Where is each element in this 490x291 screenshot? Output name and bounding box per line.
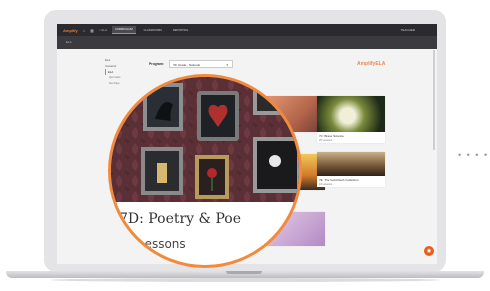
tab-curriculum[interactable]: CURRICULUM — [112, 26, 136, 34]
scrollbar[interactable] — [433, 50, 435, 150]
laptop-shadow — [50, 278, 440, 282]
unit-card-brave-science-image — [317, 96, 385, 132]
amplify-logo[interactable]: Amplify — [63, 28, 78, 33]
poetry-poe-artwork — [111, 77, 299, 202]
unit-card-gold-rush[interactable]: 7E: The Gold Rush Collection 10 Lessons — [317, 152, 385, 187]
amplify-ela-logo: AmplifyELA — [357, 61, 386, 67]
featured-unit-magnifier[interactable]: 7D: Poetry & Poe 29 Lessons — [108, 74, 302, 268]
breadcrumb[interactable]: > ELA — [99, 28, 107, 32]
tab-reporting[interactable]: REPORTING — [170, 27, 191, 34]
featured-unit-title: 7D: Poetry & Poe — [119, 211, 242, 227]
unit-card-lessons: 26 Lessons — [319, 139, 333, 142]
section-title: ELA — [66, 40, 72, 44]
picture-frames-illustration — [111, 77, 299, 202]
help-icon: ◉ — [426, 248, 432, 254]
unit-card-gold-rush-image — [317, 152, 385, 176]
program-label: Program: — [149, 62, 165, 66]
unit-card-brave-science[interactable]: 7C: Brave Science 26 Lessons — [317, 96, 385, 143]
laptop-notch — [226, 271, 262, 274]
section-bar: ELA — [57, 36, 437, 49]
featured-unit-lessons: 29 Lessons — [119, 237, 186, 251]
tab-classrooms[interactable]: CLASSROOMS — [141, 27, 165, 34]
chevron-down-icon: ▾ — [226, 62, 228, 67]
top-navigation-bar: Amplify ⌂ ▦ > ELA CURRICULUM CLASSROOMS … — [57, 24, 437, 36]
program-select-value: 7th Grade - National — [173, 63, 201, 67]
apps-grid-icon[interactable]: ▦ — [90, 28, 94, 33]
help-button[interactable]: ◉ — [424, 246, 434, 256]
ellipsis-dots-icon: • • • • — [458, 150, 489, 160]
home-icon[interactable]: ⌂ — [83, 28, 85, 33]
user-role-menu[interactable]: TEACHER — [401, 28, 415, 32]
program-select[interactable]: 7th Grade - National ▾ — [169, 60, 233, 68]
unit-card-lessons: 10 Lessons — [319, 183, 333, 186]
